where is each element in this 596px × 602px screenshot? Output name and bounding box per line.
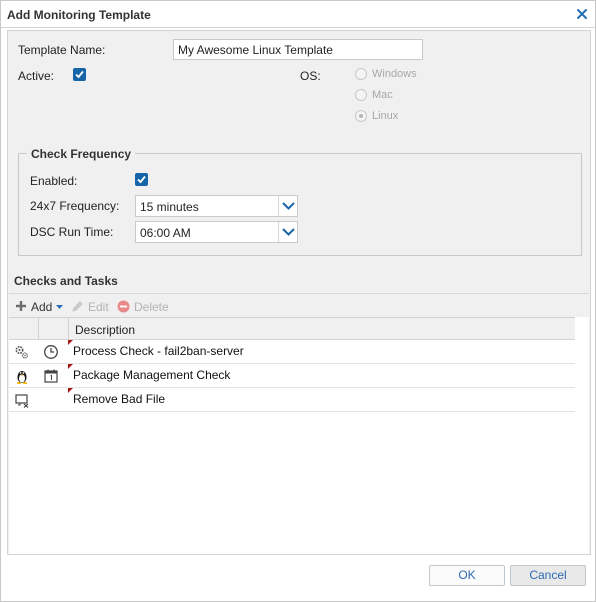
row-description: Process Check - fail2ban-server bbox=[73, 344, 244, 358]
check-frequency-legend: Check Frequency bbox=[27, 147, 136, 161]
delete-button-label: Delete bbox=[134, 300, 169, 314]
calendar-icon bbox=[43, 368, 59, 384]
close-icon[interactable] bbox=[575, 7, 589, 21]
grid-header: Description bbox=[9, 317, 575, 340]
radio-button[interactable] bbox=[355, 68, 367, 80]
checks-grid: Description Process Check - fail2ban-ser… bbox=[9, 317, 589, 554]
os-label: OS: bbox=[300, 69, 321, 83]
column-header-description-label: Description bbox=[75, 323, 136, 337]
checks-and-tasks-title: Checks and Tasks bbox=[14, 274, 118, 288]
checks-toolbar: Add Edit Delete bbox=[9, 293, 589, 317]
linux-tux-icon bbox=[14, 368, 30, 384]
dsc-run-time-value: 06:00 AM bbox=[140, 226, 191, 240]
frequency-label: 24x7 Frequency: bbox=[30, 199, 120, 213]
row-description: Package Management Check bbox=[73, 368, 231, 382]
frequency-dropdown-trigger[interactable] bbox=[278, 196, 297, 216]
enabled-label: Enabled: bbox=[30, 174, 78, 188]
checkmark-icon bbox=[137, 175, 146, 184]
column-header-schedule[interactable] bbox=[39, 318, 69, 339]
table-row[interactable]: Process Check - fail2ban-server bbox=[9, 340, 575, 364]
enabled-checkbox[interactable] bbox=[135, 173, 148, 186]
radio-button-selected[interactable] bbox=[355, 110, 367, 122]
column-header-description[interactable]: Description bbox=[69, 318, 575, 339]
dsc-run-time-combo[interactable]: 06:00 AM bbox=[135, 221, 298, 243]
dsc-run-time-dropdown-trigger[interactable] bbox=[278, 222, 297, 242]
pencil-icon bbox=[72, 301, 83, 312]
active-label: Active: bbox=[18, 69, 55, 83]
os-option-label: Windows bbox=[372, 68, 417, 80]
gears-icon bbox=[14, 344, 30, 360]
plus-icon bbox=[16, 301, 26, 311]
column-header-type[interactable] bbox=[9, 318, 39, 339]
os-option-label: Linux bbox=[372, 110, 399, 122]
dialog-footer: OK Cancel bbox=[1, 557, 595, 601]
radio-button[interactable] bbox=[355, 89, 367, 101]
active-checkbox[interactable] bbox=[73, 68, 86, 81]
dialog-title: Add Monitoring Template bbox=[7, 8, 151, 22]
chevron-down-icon bbox=[282, 228, 295, 236]
checkmark-icon bbox=[75, 70, 84, 79]
edit-button[interactable]: Edit bbox=[71, 299, 109, 315]
row-description: Remove Bad File bbox=[73, 392, 166, 406]
dsc-run-time-label: DSC Run Time: bbox=[30, 225, 114, 239]
template-name-label: Template Name: bbox=[18, 43, 106, 57]
frequency-combo[interactable]: 15 minutes bbox=[135, 195, 298, 217]
chevron-down-icon bbox=[282, 202, 295, 210]
clock-icon bbox=[43, 344, 59, 360]
os-option-label: Mac bbox=[372, 89, 393, 101]
edit-button-label: Edit bbox=[88, 300, 109, 314]
caret-down-icon bbox=[56, 305, 63, 309]
check-frequency-group: Check Frequency Enabled: 24x7 Frequency:… bbox=[18, 147, 582, 256]
table-row[interactable]: Remove Bad File bbox=[9, 388, 575, 412]
template-name-input[interactable] bbox=[173, 39, 423, 60]
remove-file-icon bbox=[14, 392, 30, 408]
add-button-label: Add bbox=[31, 300, 53, 314]
frequency-value: 15 minutes bbox=[140, 200, 199, 214]
ok-button[interactable]: OK bbox=[429, 565, 505, 586]
delete-circle-icon bbox=[117, 300, 130, 313]
cancel-button[interactable]: Cancel bbox=[510, 565, 586, 586]
add-monitoring-template-dialog: Add Monitoring Template Template Name: A… bbox=[0, 0, 596, 602]
table-row[interactable]: Package Management Check bbox=[9, 364, 575, 388]
add-button[interactable]: Add bbox=[15, 299, 65, 315]
delete-button[interactable]: Delete bbox=[117, 299, 169, 315]
dialog-titlebar: Add Monitoring Template bbox=[1, 1, 595, 28]
dialog-body: Template Name: Active: OS: Windows Mac L… bbox=[7, 30, 591, 555]
